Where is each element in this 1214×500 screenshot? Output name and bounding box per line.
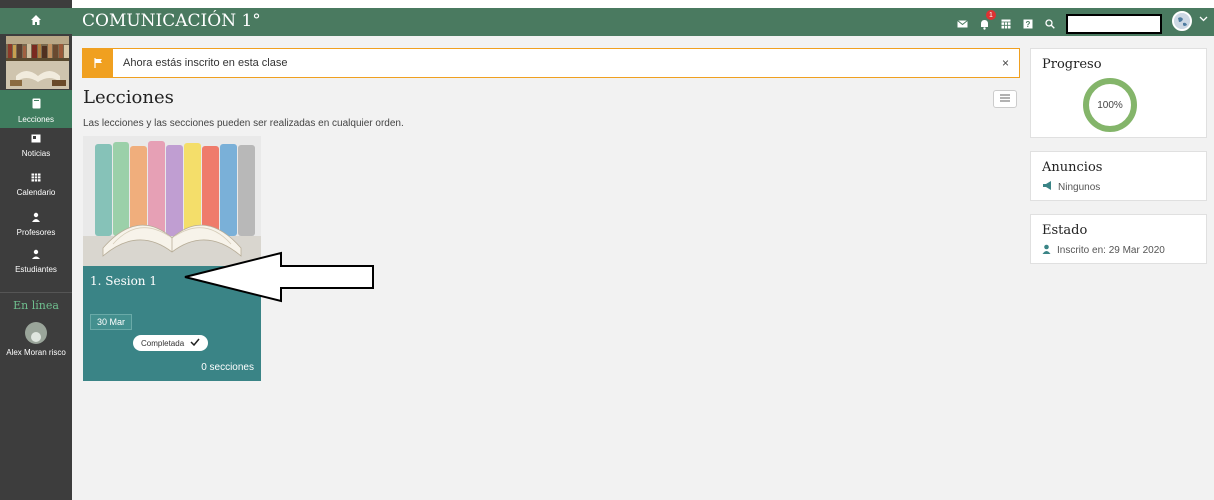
online-heading: En línea: [0, 292, 72, 312]
sidebar-item-profesores[interactable]: Profesores: [0, 212, 72, 237]
announcements-value: Ningunos: [1058, 181, 1101, 193]
status-panel: Estado Inscrito en: 29 Mar 2020: [1030, 214, 1207, 264]
completion-label: Completada: [141, 338, 185, 348]
status-value: Inscrito en: 29 Mar 2020: [1057, 245, 1165, 256]
flag-icon: [83, 49, 113, 77]
lesson-date: 30 Mar: [90, 314, 133, 330]
sidebar: Lecciones Noticias Calendario Profesores…: [0, 0, 72, 500]
completion-badge: Completada: [133, 335, 209, 351]
home-icon: [30, 14, 42, 29]
top-bar: COMUNICACIÓN 1° 1 ?: [72, 8, 1214, 36]
list-icon: [1000, 94, 1010, 105]
search-icon[interactable]: [1044, 17, 1056, 31]
notice-message: Ahora estás inscrito en esta clase: [123, 57, 288, 69]
announcements-row: Ningunos: [1042, 181, 1206, 193]
page-subtitle: Las lecciones y las secciones pueden ser…: [83, 118, 404, 129]
class-thumbnail[interactable]: [6, 36, 69, 89]
progress-title: Progreso: [1042, 57, 1102, 72]
online-user[interactable]: Alex Moran risco: [0, 322, 72, 358]
chevron-down-icon[interactable]: [1199, 13, 1208, 25]
lesson-title[interactable]: 1. Sesion 1: [90, 274, 157, 288]
news-icon: [0, 134, 72, 147]
annotation-arrow: [184, 251, 374, 303]
top-bar-icons: 1 ?: [956, 10, 1162, 34]
progress-panel: Progreso 100%: [1030, 48, 1207, 138]
sidebar-item-label: Calendario: [16, 188, 56, 197]
help-icon[interactable]: ?: [1022, 17, 1034, 31]
user-icon: [1042, 244, 1051, 257]
sections-count: 0 secciones: [201, 362, 254, 373]
megaphone-icon: [1042, 181, 1052, 193]
student-icon: [0, 249, 72, 263]
status-title: Estado: [1042, 223, 1088, 238]
sidebar-item-estudiantes[interactable]: Estudiantes: [0, 249, 72, 274]
page-title: Lecciones: [83, 87, 174, 108]
notifications-icon[interactable]: 1: [978, 10, 996, 31]
status-row: Inscrito en: 29 Mar 2020: [1042, 244, 1206, 257]
mail-icon[interactable]: [956, 17, 968, 31]
svg-text:?: ?: [1026, 20, 1031, 29]
search-input[interactable]: [1066, 14, 1162, 34]
progress-ring: 100%: [1083, 78, 1137, 132]
list-view-button[interactable]: [993, 90, 1017, 108]
calendar-icon: [0, 173, 72, 186]
teacher-icon: [0, 212, 72, 226]
close-icon[interactable]: ×: [1002, 56, 1009, 70]
sidebar-item-noticias[interactable]: Noticias: [0, 134, 72, 158]
announcements-panel: Anuncios Ningunos: [1030, 151, 1207, 201]
sidebar-item-calendario[interactable]: Calendario: [0, 173, 72, 197]
sidebar-item-lecciones[interactable]: Lecciones: [0, 90, 72, 128]
sidebar-item-label: Lecciones: [17, 115, 55, 124]
announcements-title: Anuncios: [1042, 160, 1103, 175]
book-icon: [0, 98, 72, 113]
course-title: COMUNICACIÓN 1°: [82, 11, 261, 31]
home-button[interactable]: [0, 8, 72, 34]
sidebar-item-label: Estudiantes: [15, 265, 57, 274]
sidebar-item-label: Noticias: [21, 149, 51, 158]
user-avatar[interactable]: [1172, 11, 1192, 31]
enrollment-notice: Ahora estás inscrito en esta clase ×: [82, 48, 1020, 78]
avatar: [25, 322, 47, 344]
notification-badge: 1: [986, 10, 996, 20]
online-user-name: Alex Moran risco: [6, 348, 66, 357]
checkmark-icon: [190, 337, 200, 349]
calendar-icon[interactable]: [1000, 17, 1012, 31]
lesson-image: [83, 136, 261, 266]
sidebar-item-label: Profesores: [16, 228, 56, 237]
progress-value: 100%: [1097, 99, 1123, 111]
